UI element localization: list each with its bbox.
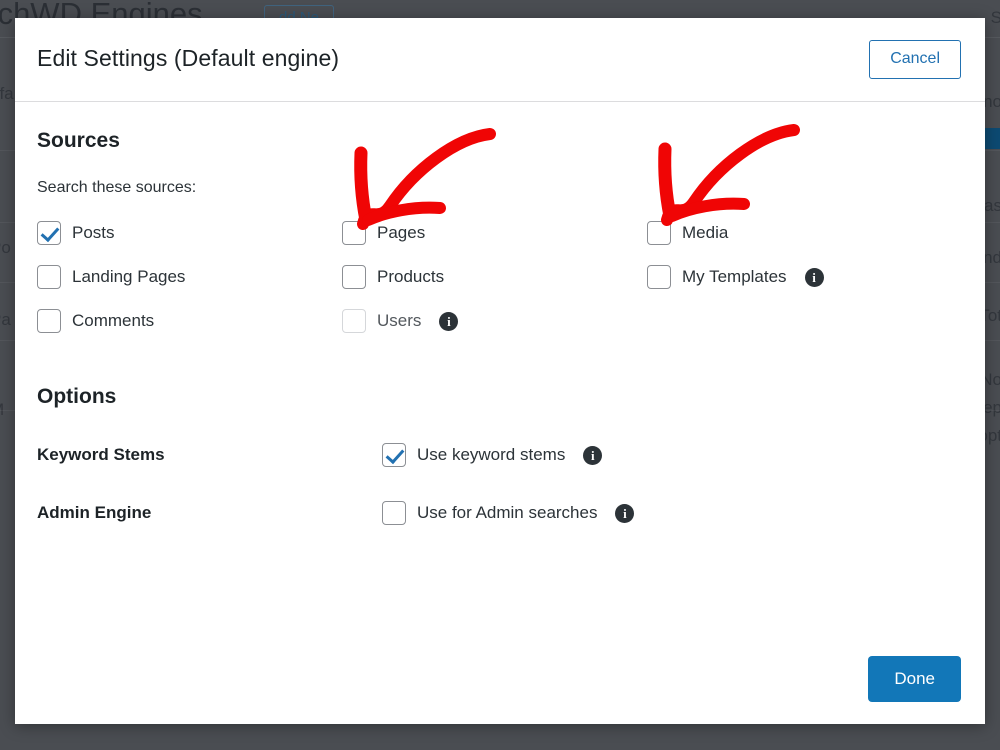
option-control-label: Use keyword stems — [417, 445, 566, 464]
sources-heading: Sources — [37, 129, 120, 152]
backdrop-text-fragment: Pa — [0, 310, 11, 329]
backdrop-text-fragment: no — [983, 92, 1000, 111]
info-icon[interactable]: i — [439, 311, 459, 331]
option-checkbox-use-keyword-stems[interactable]: Use keyword stems i — [382, 443, 603, 467]
checkbox-icon[interactable] — [342, 265, 366, 289]
modal-header: Edit Settings (Default engine) Cancel — [15, 18, 985, 102]
cancel-button[interactable]: Cancel — [869, 40, 961, 79]
checkbox-icon[interactable] — [382, 501, 406, 525]
source-label: Landing Pages — [72, 267, 186, 286]
source-checkbox-landing-pages[interactable]: Landing Pages — [37, 265, 342, 289]
info-icon[interactable]: i — [583, 445, 603, 465]
checkbox-icon[interactable] — [647, 221, 671, 245]
source-label: My Templates — [682, 267, 787, 286]
source-label: Comments — [72, 311, 155, 330]
info-icon[interactable]: i — [804, 267, 824, 287]
source-checkbox-comments[interactable]: Comments — [37, 309, 342, 333]
source-checkbox-products[interactable]: Products — [342, 265, 647, 289]
backdrop-text-fragment: Po — [0, 238, 11, 257]
backdrop-text-fragment: S — [990, 8, 1000, 27]
backdrop-text-fragment: nd — [983, 248, 1000, 267]
source-checkbox-media[interactable]: Media — [647, 221, 963, 245]
options-heading: Options — [37, 385, 117, 408]
page-title: Edit Settings (Default engine) — [37, 45, 340, 71]
source-label: Users — [377, 311, 422, 330]
sources-checkbox-grid: Posts Pages Media Landing Pages Products My T… — [37, 221, 963, 333]
edit-settings-modal: Edit Settings (Default engine) Cancel So… — [15, 18, 985, 724]
source-label: Media — [682, 223, 729, 242]
option-checkbox-use-for-admin-searches[interactable]: Use for Admin searches i — [382, 501, 635, 525]
sources-subtitle: Search these sources: — [37, 179, 197, 196]
checkbox-icon[interactable] — [37, 221, 61, 245]
option-row: Keyword Stems Use keyword stems i — [37, 443, 963, 467]
option-label: Admin Engine — [37, 503, 152, 522]
source-checkbox-users: Users i — [342, 309, 647, 333]
options-list: Keyword Stems Use keyword stems i Admin Eng… — [37, 443, 963, 525]
modal-body: Sources Search these sources: Posts Pages… — [15, 129, 985, 525]
checkbox-icon[interactable] — [647, 265, 671, 289]
source-checkbox-pages[interactable]: Pages — [342, 221, 647, 245]
option-label: Keyword Stems — [37, 445, 165, 464]
checkbox-icon[interactable] — [37, 265, 61, 289]
source-checkbox-posts[interactable]: Posts — [37, 221, 342, 245]
option-control-label: Use for Admin searches — [417, 503, 598, 522]
checkbox-icon[interactable] — [382, 443, 406, 467]
checkbox-icon[interactable] — [342, 221, 366, 245]
backdrop-text-fragment: efa — [0, 84, 14, 103]
source-label: Products — [377, 267, 445, 286]
done-button[interactable]: Done — [868, 656, 961, 702]
source-checkbox-my-templates[interactable]: My Templates i — [647, 265, 963, 289]
source-label: Posts — [72, 223, 115, 242]
info-icon[interactable]: i — [615, 503, 635, 523]
checkbox-icon — [342, 309, 366, 333]
source-label: Pages — [377, 223, 426, 242]
checkbox-icon[interactable] — [37, 309, 61, 333]
option-row: Admin Engine Use for Admin searches i — [37, 501, 963, 525]
